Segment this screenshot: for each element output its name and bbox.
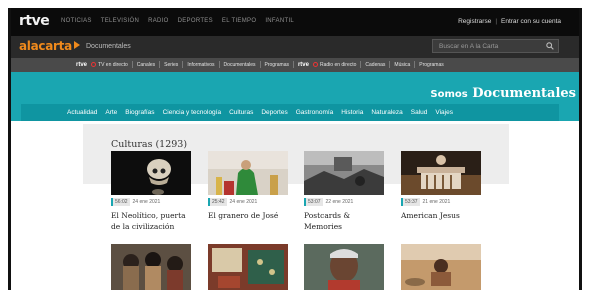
category-biografias[interactable]: Biografías — [125, 109, 154, 116]
channels-bar: rtve TV en directo Canales Series Inform… — [11, 58, 579, 72]
nav-deportes[interactable]: DEPORTES — [178, 18, 213, 24]
category-culturas[interactable]: Culturas — [229, 109, 253, 116]
nav-el-tiempo[interactable]: EL TIEMPO — [222, 18, 256, 24]
divider — [389, 61, 391, 68]
register-link[interactable]: Registrarse — [458, 18, 491, 25]
search-input[interactable] — [433, 40, 549, 52]
video-title[interactable]: Postcards & Memories — [304, 210, 386, 232]
category-gastronomia[interactable]: Gastronomía — [296, 109, 334, 116]
divider — [159, 61, 161, 68]
video-duration: 53:07 — [304, 198, 323, 206]
page-title: Culturas (1293) — [111, 139, 188, 150]
category-actualidad[interactable]: Actualidad — [67, 109, 97, 116]
somos-documentales-logo[interactable]: Somos Documentales — [430, 86, 576, 101]
video-duration: 56:02 — [111, 198, 130, 206]
account-links: Registrarse | Entrar con su cuenta — [458, 18, 561, 25]
channels-menu: rtve TV en directo Canales Series Inform… — [76, 61, 444, 68]
alacarta-bar: alacarta Documentales — [11, 36, 579, 58]
rtve-logo[interactable]: rtve — [19, 13, 50, 29]
video-title[interactable]: El granero de José — [208, 210, 290, 221]
video-date: 24 ene 2021 — [229, 199, 258, 205]
divider — [414, 61, 416, 68]
video-thumbnail[interactable] — [111, 151, 191, 195]
video-thumbnail[interactable] — [401, 244, 481, 290]
video-duration: 25:42 — [208, 198, 227, 206]
video-thumbnail[interactable] — [304, 244, 384, 290]
login-link[interactable]: Entrar con su cuenta — [501, 18, 561, 25]
nav-radio[interactable]: RADIO — [148, 18, 169, 24]
video-meta: 25:42 24 ene 2021 — [208, 198, 257, 206]
tv-live-link[interactable]: TV en directo — [91, 61, 128, 68]
channels-menu-series[interactable]: Series — [164, 62, 178, 68]
category-salud[interactable]: Salud — [411, 109, 428, 116]
category-naturaleza[interactable]: Naturaleza — [371, 109, 402, 116]
channels-menu-programas-radio[interactable]: Programas — [419, 62, 443, 68]
video-meta: 53:07 22 ene 2021 — [304, 198, 353, 206]
video-date: 24 ene 2021 — [132, 199, 161, 205]
category-list: Actualidad Arte Biografías Ciencia y tec… — [67, 109, 453, 116]
channels-menu-musica[interactable]: Música — [394, 62, 410, 68]
video-title[interactable]: American Jesus — [401, 210, 483, 221]
nav-infantil[interactable]: INFANTIL — [265, 18, 294, 24]
channels-menu-cadenas[interactable]: Cadenas — [365, 62, 385, 68]
rtve-tv-logo[interactable]: rtve — [76, 62, 87, 68]
category-historia[interactable]: Historia — [341, 109, 363, 116]
tv-live-label: TV en directo — [98, 61, 128, 68]
channels-menu-canales[interactable]: Canales — [137, 62, 155, 68]
category-nav: Actualidad Arte Biografías Ciencia y tec… — [21, 104, 559, 121]
video-title[interactable]: El Neolítico, puerta de la civilización — [111, 210, 193, 232]
search-icon[interactable] — [546, 42, 554, 50]
browser-frame: rtve NOTICIAS TELEVISIÓN RADIO DEPORTES … — [8, 8, 582, 290]
nav-television[interactable]: TELEVISIÓN — [101, 18, 139, 24]
alacarta-logo[interactable]: alacarta — [19, 39, 80, 53]
radio-live-link[interactable]: Radio en directo — [312, 61, 357, 68]
category-deportes[interactable]: Deportes — [261, 109, 287, 116]
search-box — [432, 39, 559, 53]
category-viajes[interactable]: Viajes — [435, 109, 453, 116]
account-separator: | — [495, 18, 498, 25]
brand-documentales: Documentales — [472, 86, 576, 101]
category-arte[interactable]: Arte — [105, 109, 117, 116]
channels-menu-programas[interactable]: Programas — [265, 62, 289, 68]
divider — [360, 61, 362, 68]
channels-menu-informativos[interactable]: Informativos — [187, 62, 214, 68]
divider — [218, 61, 220, 68]
brand-somos: Somos — [430, 89, 468, 100]
divider — [182, 61, 184, 68]
alacarta-logo-text: alacarta — [19, 39, 72, 53]
video-meta: 56:02 24 ene 2021 — [111, 198, 160, 206]
rtve-main-nav: NOTICIAS TELEVISIÓN RADIO DEPORTES EL TI… — [61, 18, 294, 24]
rtve-radio-logo[interactable]: rtve — [298, 62, 309, 68]
video-thumbnail[interactable] — [401, 151, 481, 195]
section-title: Documentales — [86, 43, 131, 50]
divider — [292, 61, 294, 68]
divider — [259, 61, 261, 68]
brand-banner: Somos Documentales Actualidad Arte Biogr… — [11, 72, 579, 121]
video-duration: 53:37 — [401, 198, 420, 206]
category-ciencia-y-tecnologia[interactable]: Ciencia y tecnología — [163, 109, 222, 116]
divider — [131, 61, 133, 68]
video-meta: 53:37 21 ene 2021 — [401, 198, 450, 206]
video-thumbnail[interactable] — [208, 244, 288, 290]
video-thumbnail[interactable] — [111, 244, 191, 290]
video-thumbnail[interactable] — [304, 151, 384, 195]
play-icon — [73, 41, 80, 49]
channels-menu-documentales[interactable]: Documentales — [224, 62, 256, 68]
nav-noticias[interactable]: NOTICIAS — [61, 18, 92, 24]
rtve-topbar: rtve NOTICIAS TELEVISIÓN RADIO DEPORTES … — [11, 8, 579, 36]
video-thumbnail[interactable] — [208, 151, 288, 195]
live-dot-icon — [312, 61, 318, 67]
video-date: 22 ene 2021 — [325, 199, 354, 205]
radio-live-label: Radio en directo — [319, 61, 357, 68]
video-date: 21 ene 2021 — [422, 199, 451, 205]
live-dot-icon — [91, 61, 97, 67]
